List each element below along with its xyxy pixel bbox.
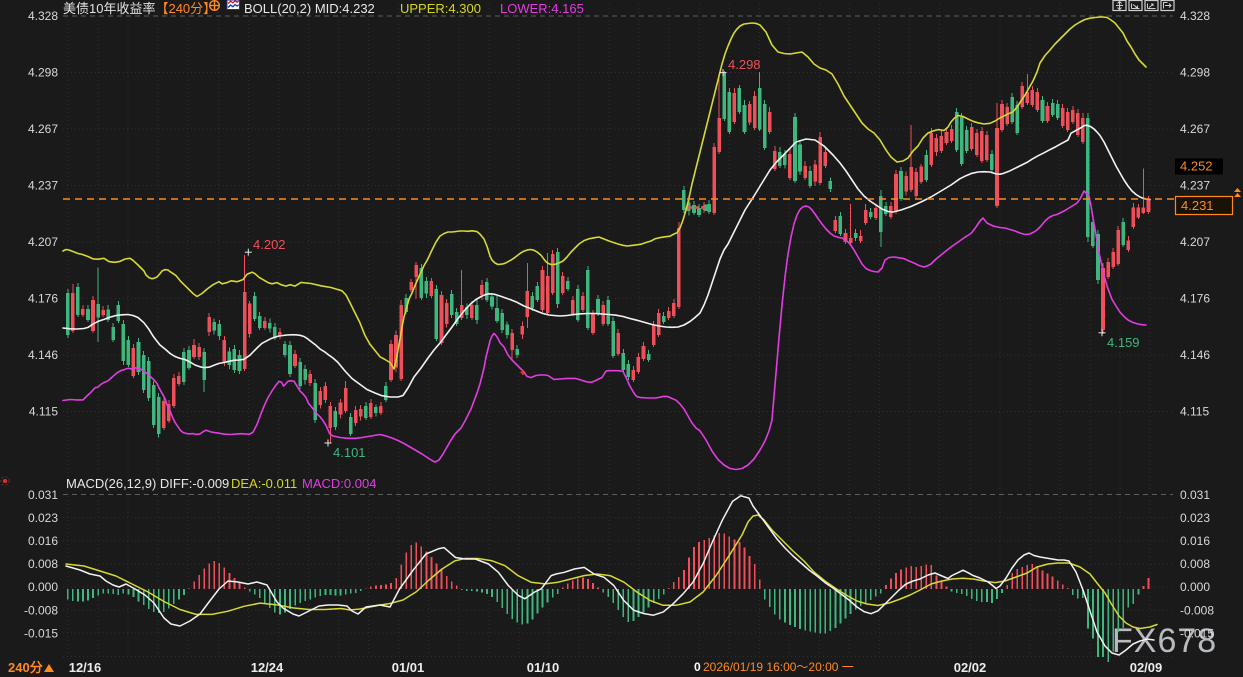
- svg-text:4.202: 4.202: [253, 237, 286, 252]
- svg-text:4.115: 4.115: [29, 405, 58, 419]
- svg-text:4.328: 4.328: [1180, 9, 1210, 23]
- svg-text:4.207: 4.207: [1180, 235, 1210, 249]
- svg-text:0.000: 0.000: [28, 580, 58, 594]
- svg-text:4.115: 4.115: [1180, 405, 1209, 419]
- svg-text:BOLL(20,2) MID:4.232: BOLL(20,2) MID:4.232: [244, 1, 375, 16]
- svg-text:美债10年收益率【240分】: 美债10年收益率【240分】: [63, 1, 216, 16]
- svg-text:0.008: 0.008: [1180, 557, 1210, 571]
- svg-text:4.146: 4.146: [28, 348, 58, 362]
- svg-text:0.016: 0.016: [28, 534, 58, 548]
- svg-text:4.267: 4.267: [28, 122, 58, 136]
- svg-text:MACD:0.004: MACD:0.004: [302, 476, 376, 491]
- svg-text:MACD(26,12,9) DIFF:-0.009: MACD(26,12,9) DIFF:-0.009: [66, 476, 229, 491]
- svg-text:12/16: 12/16: [69, 660, 102, 675]
- svg-text:02/09: 02/09: [1130, 660, 1163, 675]
- svg-text:02/02: 02/02: [954, 660, 987, 675]
- svg-text:4.298: 4.298: [28, 66, 58, 80]
- svg-text:12/24: 12/24: [251, 660, 284, 675]
- svg-text:UPPER:4.300: UPPER:4.300: [400, 1, 481, 16]
- svg-text:0.031: 0.031: [28, 488, 58, 502]
- svg-text:01/10: 01/10: [527, 660, 560, 675]
- svg-text:0.008: 0.008: [28, 557, 58, 571]
- svg-text:4.176: 4.176: [1180, 292, 1210, 306]
- svg-text:0: 0: [694, 660, 701, 674]
- svg-text:01/01: 01/01: [392, 660, 425, 675]
- svg-text:0.023: 0.023: [1180, 511, 1210, 525]
- svg-text:240分: 240分: [8, 660, 43, 675]
- svg-text:0.023: 0.023: [28, 511, 58, 525]
- svg-text:4.298: 4.298: [1180, 66, 1210, 80]
- svg-text:4.237: 4.237: [1180, 179, 1210, 193]
- svg-text:LOWER:4.165: LOWER:4.165: [500, 1, 584, 16]
- svg-text:2026/01/19 16:00～20:00 一: 2026/01/19 16:00～20:00 一: [703, 660, 854, 674]
- svg-text:-0.015: -0.015: [24, 626, 58, 640]
- svg-text:4.298: 4.298: [728, 57, 761, 72]
- svg-text:4.101: 4.101: [333, 445, 366, 460]
- svg-text:4.328: 4.328: [28, 9, 58, 23]
- svg-text:4.146: 4.146: [1180, 348, 1210, 362]
- svg-text:-0.015: -0.015: [1180, 626, 1214, 640]
- svg-text:0.000: 0.000: [1180, 580, 1210, 594]
- svg-text:DEA:-0.011: DEA:-0.011: [231, 476, 297, 491]
- svg-text:4.176: 4.176: [28, 292, 58, 306]
- svg-text:4.231: 4.231: [1181, 198, 1214, 213]
- svg-text:4.237: 4.237: [28, 179, 58, 193]
- svg-text:4.207: 4.207: [28, 235, 58, 249]
- svg-text:4.252: 4.252: [1180, 159, 1213, 174]
- svg-text:0.031: 0.031: [1180, 488, 1210, 502]
- svg-text:0.016: 0.016: [1180, 534, 1210, 548]
- svg-text:-0.008: -0.008: [1180, 603, 1214, 617]
- svg-text:4.267: 4.267: [1180, 122, 1210, 136]
- svg-text:-0.008: -0.008: [24, 603, 58, 617]
- svg-text:4.159: 4.159: [1107, 335, 1140, 350]
